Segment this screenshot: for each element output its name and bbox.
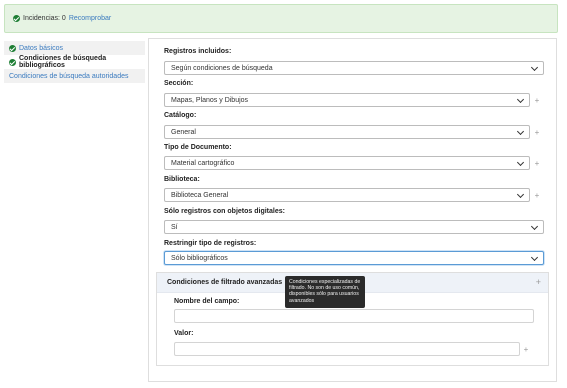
restringir-label: Restringir tipo de registros: <box>164 240 257 247</box>
biblioteca-label: Biblioteca: <box>164 176 200 183</box>
restringir-value: Sólo bibliográficos <box>171 254 228 262</box>
recomprobar-link[interactable]: Recomprobar <box>69 15 111 22</box>
chevron-down-icon <box>516 190 525 199</box>
chevron-down-icon <box>530 222 539 231</box>
advanced-filters-title: Condiciones de filtrado avanzadas <box>167 279 283 286</box>
sidebar-item-busqueda-bibliograficos[interactable]: Condiciones de búsqueda bibliográficos <box>4 55 145 69</box>
biblioteca-select[interactable]: Biblioteca General <box>164 188 530 202</box>
sidebar-item-datos-basicos[interactable]: Datos básicos <box>4 41 145 55</box>
chevron-down-icon <box>516 95 525 104</box>
check-circle-icon <box>13 15 20 22</box>
catalogo-label: Catálogo: <box>164 112 197 119</box>
chevron-down-icon <box>516 127 525 136</box>
nombre-campo-label: Nombre del campo: <box>174 298 240 305</box>
tipo-documento-label: Tipo de Documento: <box>164 144 232 151</box>
sidebar-item-label: Condiciones de búsqueda bibliográficos <box>19 55 107 69</box>
chevron-down-icon <box>516 158 525 167</box>
help-tooltip: Condiciones especializadas de filtrado. … <box>285 276 365 308</box>
check-circle-icon <box>9 58 16 66</box>
seccion-value: Mapas, Planos y Dibujos <box>171 96 249 104</box>
registros-value: Según condiciones de búsqueda <box>171 64 273 72</box>
add-tipo-documento-button[interactable]: + <box>532 156 542 170</box>
catalogo-value: General <box>171 128 196 136</box>
restringir-select[interactable]: Sólo bibliográficos <box>164 251 544 265</box>
add-valor-button[interactable]: + <box>521 342 531 356</box>
sidebar-item-label: Datos básicos <box>19 44 63 52</box>
sidebar: Datos básicos Condiciones de búsqueda bi… <box>4 41 145 83</box>
biblioteca-value: Biblioteca General <box>171 191 229 199</box>
registros-label: Registros incluidos: <box>164 48 232 55</box>
expand-plus-icon[interactable]: + <box>536 277 541 287</box>
add-biblioteca-button[interactable]: + <box>532 188 542 202</box>
incidencias-text: Incidencias: 0 <box>23 15 66 22</box>
chevron-down-icon <box>530 63 539 72</box>
form-panel: Registros incluidos: Según condiciones d… <box>148 38 557 382</box>
nombre-campo-input[interactable] <box>174 309 534 323</box>
add-catalogo-button[interactable]: + <box>532 125 542 139</box>
catalogo-select[interactable]: General <box>164 125 530 139</box>
status-alert: Incidencias: 0 Recomprobar <box>4 4 558 33</box>
valor-label: Valor: <box>174 330 194 337</box>
chevron-down-icon <box>530 253 539 262</box>
sidebar-item-label: Condiciones de búsqueda autoridades <box>9 72 129 80</box>
valor-input[interactable] <box>174 342 520 356</box>
tipo-documento-select[interactable]: Material cartográfico <box>164 156 530 170</box>
add-seccion-button[interactable]: + <box>532 93 542 107</box>
check-circle-icon <box>9 44 16 52</box>
seccion-label: Sección: <box>164 80 194 87</box>
registros-select[interactable]: Según condiciones de búsqueda <box>164 61 544 75</box>
sidebar-item-busqueda-autoridades[interactable]: Condiciones de búsqueda autoridades <box>4 69 145 83</box>
seccion-select[interactable]: Mapas, Planos y Dibujos <box>164 93 530 107</box>
digitales-select[interactable]: Sí <box>164 220 544 234</box>
digitales-value: Sí <box>171 223 178 231</box>
digitales-label: Sólo registros con objetos digitales: <box>164 208 285 215</box>
tipo-documento-value: Material cartográfico <box>171 159 235 167</box>
